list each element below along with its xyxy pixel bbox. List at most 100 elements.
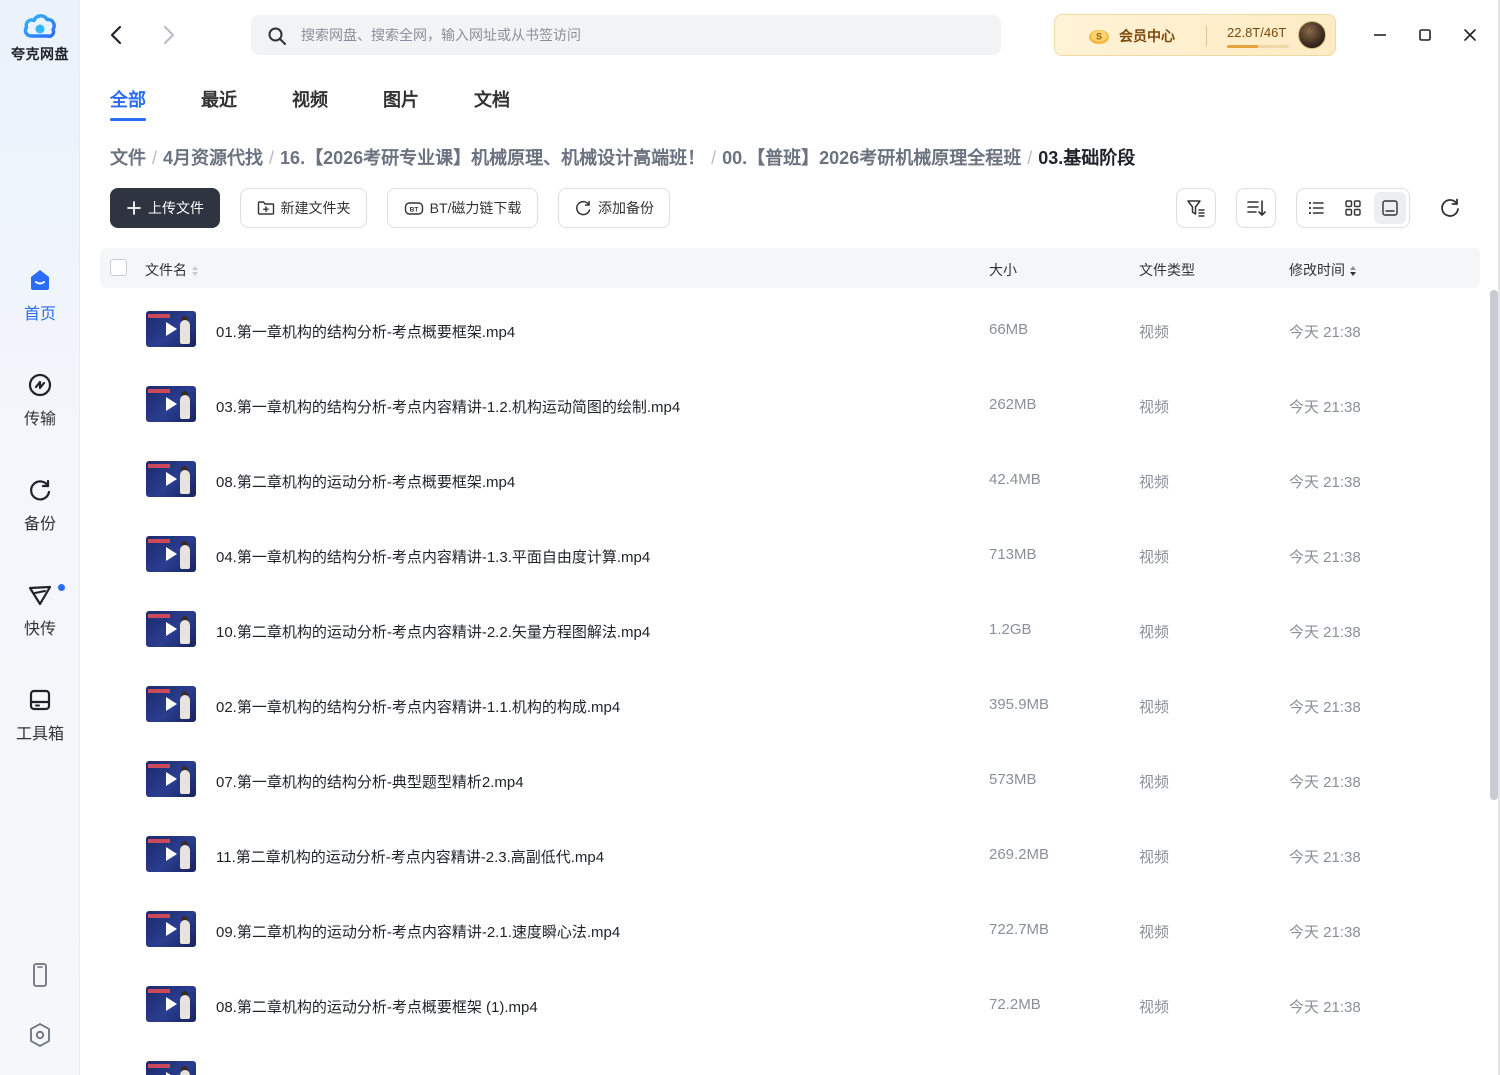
sidebar-item-label: 传输	[23, 411, 56, 428]
storage-progress-bar	[1227, 45, 1289, 48]
grid-view-button[interactable]	[1337, 192, 1369, 224]
sidebar-item-label: 工具箱	[15, 726, 64, 743]
file-name[interactable]: 04.第一章机构的结构分析-考点内容精讲-1.3.平面自由度计算.mp4	[216, 546, 650, 567]
thumbnail-banner	[148, 764, 170, 768]
sync-icon	[576, 200, 591, 216]
breadcrumb-item[interactable]: 文件	[110, 148, 146, 168]
list-icon	[1308, 201, 1324, 215]
close-icon[interactable]	[1457, 22, 1483, 48]
play-icon	[166, 622, 177, 636]
refresh-icon[interactable]	[1438, 196, 1462, 220]
file-name[interactable]: 02.第一章机构的结构分析-考点内容精讲-1.1.机构的构成.mp4	[216, 696, 620, 717]
play-icon	[166, 322, 177, 336]
preview-view-button[interactable]	[1374, 192, 1406, 224]
sidebar-item-label: 备份	[23, 516, 56, 533]
sort-button[interactable]	[1236, 188, 1276, 228]
play-icon	[166, 997, 177, 1011]
back-arrow-icon[interactable]	[105, 22, 129, 48]
column-header-name[interactable]: 文件名	[145, 260, 199, 280]
sidebar-item-transfer[interactable]: 传输	[0, 371, 80, 451]
column-header-label: 修改时间	[1289, 262, 1345, 278]
table-row[interactable]: 02.第一章机构的结构分析-考点内容精讲-1.1.机构的构成.mp4 395.9…	[100, 668, 1480, 743]
table-row[interactable]: 08.第二章机构的运动分析-考点概要框架.mp4 42.4MB 视频 今天 21…	[100, 443, 1480, 518]
file-name[interactable]: 08.第二章机构的运动分析-考点概要框架.mp4	[216, 471, 515, 492]
new-folder-button[interactable]: 新建文件夹	[240, 188, 367, 228]
breadcrumb-item[interactable]: 00.【普班】2026考研机械原理全程班	[722, 148, 1021, 168]
table-header: 文件名 大小 文件类型 修改时间	[100, 248, 1480, 288]
file-name[interactable]: 03.第一章机构的结构分析-考点内容精讲-1.2.机构运动简图的绘制.mp4	[216, 396, 680, 417]
settings-icon[interactable]	[26, 1021, 54, 1049]
avatar[interactable]	[1298, 21, 1326, 49]
table-row[interactable]: 11.第二章机构的运动分析-考点内容精讲-2.3.高副低代.mp4 269.2M…	[100, 818, 1480, 893]
svg-text:BT: BT	[409, 207, 418, 214]
forward-arrow-icon[interactable]	[156, 22, 180, 48]
preview-panel-icon	[1382, 200, 1398, 216]
tab-video[interactable]: 视频	[292, 86, 328, 112]
file-name[interactable]: 01.第一章机构的结构分析-考点概要框架.mp4	[216, 321, 515, 342]
file-size: 72.2MB	[989, 996, 1041, 1013]
thumbnail-person	[180, 620, 190, 644]
sidebar-item-toolbox[interactable]: 工具箱	[0, 686, 80, 766]
breadcrumb-separator: /	[269, 148, 275, 168]
play-icon	[166, 547, 177, 561]
breadcrumb-item[interactable]: 4月资源代找	[163, 148, 263, 168]
table-row[interactable]: 09.第二章机构的运动分析-考点内容精讲-2.1.速度瞬心法.mp4 722.7…	[100, 893, 1480, 968]
search-input[interactable]	[301, 15, 981, 55]
play-icon	[166, 472, 177, 486]
svg-text:S: S	[1096, 32, 1102, 42]
file-name[interactable]: 11.第二章机构的运动分析-考点内容精讲-2.3.高副低代.mp4	[216, 846, 604, 867]
tab-images[interactable]: 图片	[383, 86, 419, 112]
file-name[interactable]: 10.第二章机构的运动分析-考点内容精讲-2.2.矢量方程图解法.mp4	[216, 621, 650, 642]
column-header-size[interactable]: 大小	[989, 260, 1017, 280]
file-type: 视频	[1139, 549, 1170, 566]
sidebar-item-quick-send[interactable]: 快传	[0, 581, 80, 661]
search-bar[interactable]	[251, 15, 1001, 55]
video-thumbnail	[146, 761, 196, 797]
table-row[interactable]: 01.第一章机构的结构分析-考点概要框架.mp4 66MB 视频 今天 21:3…	[100, 293, 1480, 368]
sort-toggle-icon	[1350, 266, 1356, 277]
table-row[interactable]: 07.第一章机构的结构分析-典型题型精析2.mp4 573MB 视频 今天 21…	[100, 743, 1480, 818]
bt-button-label: BT/磁力链下载	[429, 200, 522, 216]
column-header-modified[interactable]: 修改时间	[1289, 260, 1357, 280]
phone-icon[interactable]	[26, 961, 54, 989]
minimize-icon[interactable]	[1367, 22, 1393, 48]
upload-button[interactable]: 上传文件	[110, 188, 220, 228]
breadcrumb-separator: /	[1027, 148, 1033, 168]
table-row[interactable]: 04.第一章机构的结构分析-考点内容精讲-1.3.平面自由度计算.mp4 713…	[100, 518, 1480, 593]
file-name[interactable]: 09.第二章机构的运动分析-考点内容精讲-2.1.速度瞬心法.mp4	[216, 921, 620, 942]
table-row[interactable]	[100, 1043, 1480, 1075]
file-size: 1.2GB	[989, 621, 1032, 638]
select-all-checkbox[interactable]	[110, 259, 127, 276]
list-view-button[interactable]	[1300, 192, 1332, 224]
sidebar-item-label: 快传	[23, 621, 56, 638]
sidebar-item-home[interactable]: 首页	[0, 266, 80, 346]
tab-recent[interactable]: 最近	[201, 86, 237, 112]
thumbnail-person	[180, 770, 190, 794]
file-modified-time: 今天 21:38	[1289, 324, 1361, 341]
tab-documents[interactable]: 文档	[474, 86, 510, 112]
column-header-type[interactable]: 文件类型	[1139, 260, 1195, 280]
table-row[interactable]: 10.第二章机构的运动分析-考点内容精讲-2.2.矢量方程图解法.mp4 1.2…	[100, 593, 1480, 668]
tab-all[interactable]: 全部	[110, 86, 146, 121]
breadcrumb-item[interactable]: 16.【2026考研专业课】机械原理、机械设计高端班！	[280, 148, 705, 168]
sidebar-item-backup[interactable]: 备份	[0, 476, 80, 556]
file-type: 视频	[1139, 924, 1170, 941]
member-center-panel[interactable]: S 会员中心 22.8T/46T	[1054, 14, 1336, 56]
file-size: 66MB	[989, 321, 1029, 338]
file-name[interactable]: 07.第一章机构的结构分析-典型题型精析2.mp4	[216, 771, 524, 792]
filter-button[interactable]	[1176, 188, 1216, 228]
maximize-icon[interactable]	[1412, 22, 1438, 48]
thumbnail-person	[180, 695, 190, 719]
thumbnail-banner	[148, 914, 170, 918]
table-row[interactable]: 08.第二章机构的运动分析-考点概要框架 (1).mp4 72.2MB 视频 今…	[100, 968, 1480, 1043]
add-backup-button[interactable]: 添加备份	[558, 188, 670, 228]
file-name[interactable]: 08.第二章机构的运动分析-考点概要框架 (1).mp4	[216, 996, 538, 1017]
breadcrumb-separator: /	[152, 148, 158, 168]
app-logo[interactable]: 夸克网盘	[0, 10, 80, 64]
bt-magnet-download-button[interactable]: BT BT/磁力链下载	[387, 188, 538, 228]
file-type: 视频	[1139, 999, 1170, 1016]
table-row[interactable]: 03.第一章机构的结构分析-考点内容精讲-1.2.机构运动简图的绘制.mp4 2…	[100, 368, 1480, 443]
scrollbar[interactable]	[1490, 290, 1498, 800]
view-mode-switcher	[1296, 188, 1410, 228]
file-size: 722.7MB	[989, 921, 1050, 938]
